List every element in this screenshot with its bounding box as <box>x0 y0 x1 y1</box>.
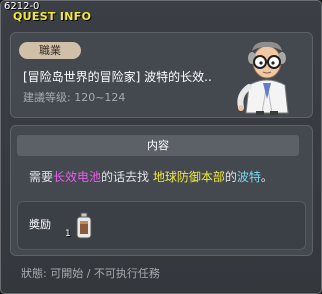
content-text-prefix: 需要 <box>29 170 54 184</box>
required-item-link[interactable]: 长效电池 <box>53 170 101 184</box>
quest-name: [冒险岛世界的冒险家] 波特的长效.. <box>23 70 212 84</box>
npc-link[interactable]: 波特 <box>237 170 261 184</box>
job-badge: 職業 <box>19 42 81 59</box>
content-text-middle: 的话去找 <box>101 170 153 184</box>
content-text-suffix: 。 <box>260 170 273 184</box>
required-level: 建議等级: 120~124 <box>23 91 126 104</box>
battery-item-icon[interactable] <box>74 212 94 240</box>
reward-count: 1 <box>65 229 71 239</box>
reward-box <box>17 201 306 250</box>
reward-label: 奬励 <box>29 218 51 231</box>
npc-scientist-icon <box>237 41 289 115</box>
content-text: 需要长效电池的话去找 地球防御本部的波特。 <box>29 169 273 185</box>
window-title: QUEST INFO <box>13 10 92 23</box>
location-link[interactable]: 地球防御本部 <box>153 170 225 184</box>
content-header: 内容 <box>17 135 299 156</box>
quest-status: 狀態: 可開始 / 不可执行任務 <box>21 267 160 280</box>
content-text-of: 的 <box>224 170 237 184</box>
quest-info-window: 6212-0 QUEST INFO 職業 [冒险岛世界的冒险家] 波特的长效..… <box>0 0 322 294</box>
